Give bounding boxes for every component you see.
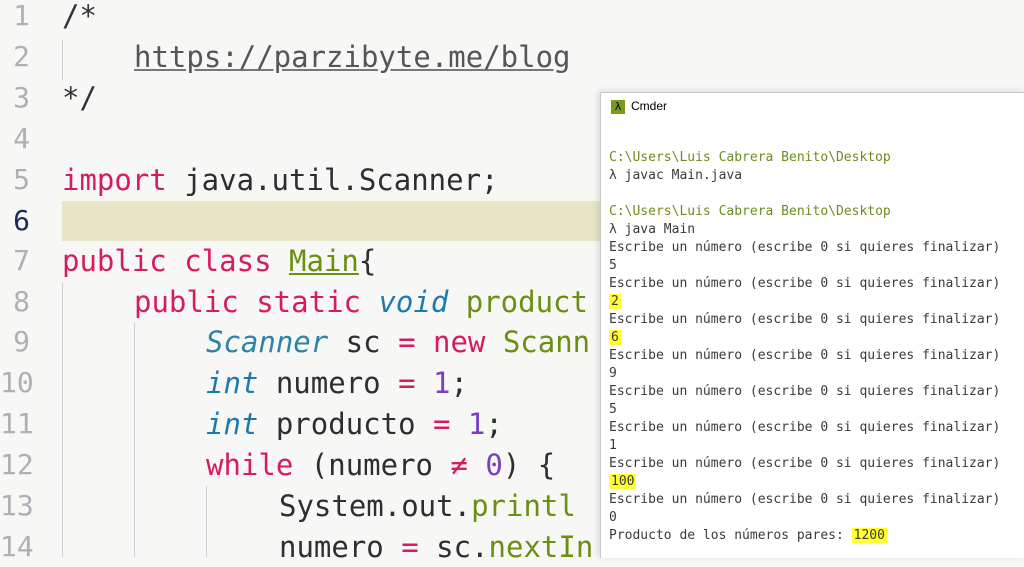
type-scanner: Scanner xyxy=(206,325,329,359)
method-println: printl xyxy=(471,489,576,523)
var-numero: numero xyxy=(279,530,402,564)
highlighted-value: 6 xyxy=(609,330,621,345)
terminal-output-line: 2 xyxy=(609,293,1024,311)
operator-not-equal: ≠ xyxy=(450,448,468,482)
result-label: Producto de los números pares: xyxy=(609,528,852,543)
var-numero: numero xyxy=(258,366,399,400)
terminal-path-line: C:\Users\Luis Cabrera Benito\Desktop xyxy=(609,204,891,219)
highlighted-value: 100 xyxy=(609,474,637,489)
while-condition: (numero xyxy=(293,448,451,482)
terminal-output-line: 5 xyxy=(609,402,617,417)
operator-assign: = xyxy=(398,325,416,359)
type-int: int xyxy=(206,366,259,400)
scanner-ref: sc. xyxy=(418,530,489,564)
keyword-void: void xyxy=(378,285,449,319)
result-value: 1200 xyxy=(851,528,887,543)
operator-assign: = xyxy=(433,407,451,441)
semicolon: ; xyxy=(485,407,503,441)
method-nextint: nextIn xyxy=(488,530,594,564)
comment-close: */ xyxy=(62,81,97,115)
code-line-2: https://parzibyte.me/blog xyxy=(0,37,1024,77)
semicolon: ; xyxy=(450,366,468,400)
terminal-output-line: Escribe un número (escribe 0 si quieres … xyxy=(609,276,1001,291)
terminal-output[interactable]: C:\Users\Luis Cabrera Benito\Desktop λ ja… xyxy=(609,149,1024,545)
terminal-output-line: 6 xyxy=(609,329,1024,347)
import-package: java.util.Scanner; xyxy=(166,163,499,197)
terminal-output-line: Escribe un número (escribe 0 si quieres … xyxy=(609,384,1001,399)
operator-assign: = xyxy=(401,530,419,564)
highlighted-value: 2 xyxy=(609,294,621,309)
terminal-output-line: Escribe un número (escribe 0 si quieres … xyxy=(609,312,1001,327)
keyword-while: while xyxy=(206,448,294,482)
number-literal: 0 xyxy=(467,448,503,482)
while-close: ) { xyxy=(502,448,556,482)
terminal-output-line: 100 xyxy=(609,473,1024,491)
terminal-result-line: Producto de los números pares: 1200 xyxy=(609,527,1024,545)
number-literal: 1 xyxy=(415,366,451,400)
terminal-title: Cmder xyxy=(631,99,668,113)
keyword-class: class xyxy=(166,244,289,278)
comment-open: /* xyxy=(62,0,97,33)
terminal-command-line: λ javac Main.java xyxy=(609,168,743,183)
constructor-name: Scann xyxy=(502,325,591,359)
keyword-public: public xyxy=(134,285,239,319)
terminal-output-line: Escribe un número (escribe 0 si quieres … xyxy=(609,348,1001,363)
brace: { xyxy=(358,244,377,278)
code-line-1: /* xyxy=(0,0,1024,36)
lambda-icon: λ xyxy=(611,100,625,114)
terminal-output-line: 1 xyxy=(609,438,617,453)
method-name: product xyxy=(448,285,588,319)
terminal-output-line: 5 xyxy=(609,258,617,273)
type-int: int xyxy=(206,407,259,441)
keyword-public: public xyxy=(62,244,167,278)
terminal-output-line: Escribe un número (escribe 0 si quieres … xyxy=(609,240,1001,255)
keyword-import: import xyxy=(62,163,167,197)
var-sc: sc xyxy=(328,325,399,359)
keyword-static: static xyxy=(238,285,379,319)
var-producto: producto xyxy=(258,407,433,441)
number-literal: 1 xyxy=(450,407,486,441)
keyword-new: new xyxy=(415,325,503,359)
terminal-output-line: 9 xyxy=(609,366,617,381)
terminal-path-line: C:\Users\Luis Cabrera Benito\Desktop xyxy=(609,150,891,165)
operator-assign: = xyxy=(398,366,416,400)
line-number: 6 xyxy=(13,204,30,237)
system-out: System.out. xyxy=(279,489,472,523)
cmder-terminal-window[interactable]: λ Cmder C:\Users\Luis Cabrera Benito\Des… xyxy=(600,92,1024,558)
terminal-output-line: Escribe un número (escribe 0 si quieres … xyxy=(609,420,1001,435)
class-name: Main xyxy=(288,244,359,278)
terminal-output-line: Escribe un número (escribe 0 si quieres … xyxy=(609,492,1001,507)
comment-url-link[interactable]: https://parzibyte.me/blog xyxy=(134,37,571,77)
terminal-output-line: Escribe un número (escribe 0 si quieres … xyxy=(609,456,1001,471)
terminal-output-line: 0 xyxy=(609,510,617,525)
line-number: 4 xyxy=(13,122,30,155)
terminal-titlebar[interactable]: λ Cmder xyxy=(601,93,1024,123)
terminal-command-line: λ java Main xyxy=(609,222,696,237)
